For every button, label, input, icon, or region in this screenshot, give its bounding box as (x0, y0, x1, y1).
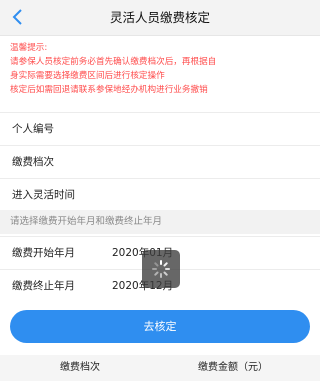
column-payment-grade: 缴费档次 (60, 362, 100, 373)
notice-line: 请参保人员核定前务必首先确认缴费档次后，再根据自 (10, 57, 217, 67)
confirm-button[interactable]: 去核定 (10, 310, 310, 343)
page-title: 灵活人员缴费核定 (109, 10, 210, 25)
notice-line: 温馨提示: (10, 43, 48, 53)
section-hint: 请选择缴费开始年月和缴费终止年月 (0, 210, 320, 234)
end-month-label: 缴费终止年月 (12, 280, 75, 292)
notice-panel: 温馨提示: 请参保人员核定前务必首先确认缴费档次后，再根据自 身实际需要选择缴费… (0, 36, 320, 112)
personal-id-label: 个人编号 (12, 123, 54, 135)
entry-time-row[interactable]: 进入灵活时间 (0, 178, 320, 210)
entry-time-label: 进入灵活时间 (12, 189, 75, 201)
nav-bar: 灵活人员缴费核定 (0, 0, 320, 36)
column-payment-amount: 缴费金额（元） (198, 362, 268, 373)
start-month-label: 缴费开始年月 (12, 247, 75, 259)
payment-grade-label: 缴费档次 (12, 156, 54, 168)
notice-line: 身实际需要选择缴费区间后进行核定操作 (10, 71, 165, 81)
spinner-icon (152, 260, 170, 278)
table-header: 缴费档次 缴费金额（元） (0, 355, 320, 381)
payment-grade-row[interactable]: 缴费档次 (0, 145, 320, 177)
loading-spinner (142, 250, 180, 288)
personal-id-row[interactable]: 个人编号 (0, 112, 320, 144)
notice-line: 核定后如需回退请联系参保地经办机构进行业务撤销 (10, 85, 208, 95)
